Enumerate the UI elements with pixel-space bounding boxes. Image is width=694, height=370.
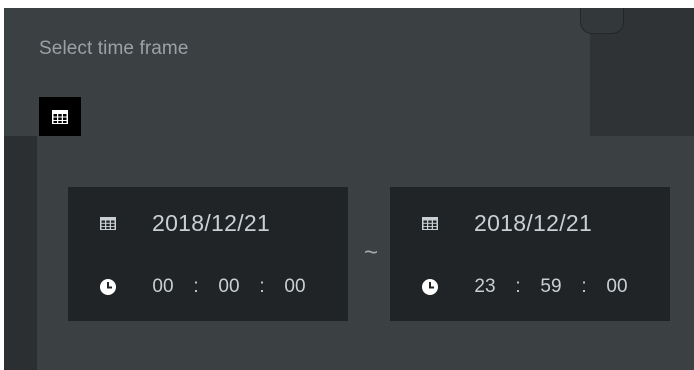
calendar-icon [98, 213, 118, 233]
end-datetime-card: 2018/12/21 23 : 59 : 00 [390, 187, 670, 321]
end-hour-input[interactable]: 23 [470, 276, 500, 298]
clock-icon [98, 277, 118, 297]
start-hour-input[interactable]: 00 [148, 276, 178, 298]
range-separator: ~ [363, 239, 378, 266]
time-separator: : [581, 276, 587, 297]
end-second-input[interactable]: 00 [602, 276, 632, 298]
calendar-icon [420, 213, 440, 233]
end-time-value: 23 : 59 : 00 [470, 276, 632, 298]
end-date-value: 2018/12/21 [474, 209, 593, 236]
start-date-value: 2018/12/21 [152, 209, 271, 236]
calendar-icon [52, 109, 68, 124]
background-button-edge [580, 8, 624, 34]
clock-icon [420, 277, 440, 297]
start-date-field[interactable]: 2018/12/21 [68, 203, 348, 243]
time-separator: : [193, 276, 199, 297]
start-time-field: 00 : 00 : 00 [68, 267, 348, 307]
header-panel [4, 8, 590, 136]
end-minute-input[interactable]: 59 [536, 276, 566, 298]
start-datetime-card: 2018/12/21 00 : 00 : 00 [68, 187, 348, 321]
time-separator: : [259, 276, 265, 297]
calendar-toggle-button[interactable] [39, 97, 81, 136]
start-time-value: 00 : 00 : 00 [148, 276, 310, 298]
end-date-field[interactable]: 2018/12/21 [390, 203, 670, 243]
end-time-field: 23 : 59 : 00 [390, 267, 670, 307]
panel-title: Select time frame [39, 38, 189, 59]
time-frame-dialog: Select time frame 2018/12/21 00: 00: 0… [4, 8, 694, 370]
start-minute-input[interactable]: 00 [214, 276, 244, 298]
time-separator: : [515, 276, 521, 297]
date-range-panel: 2018/12/21 00 : 00 : 00 ~ 2018/12/21 23 … [37, 136, 694, 370]
start-second-input[interactable]: 00 [280, 276, 310, 298]
